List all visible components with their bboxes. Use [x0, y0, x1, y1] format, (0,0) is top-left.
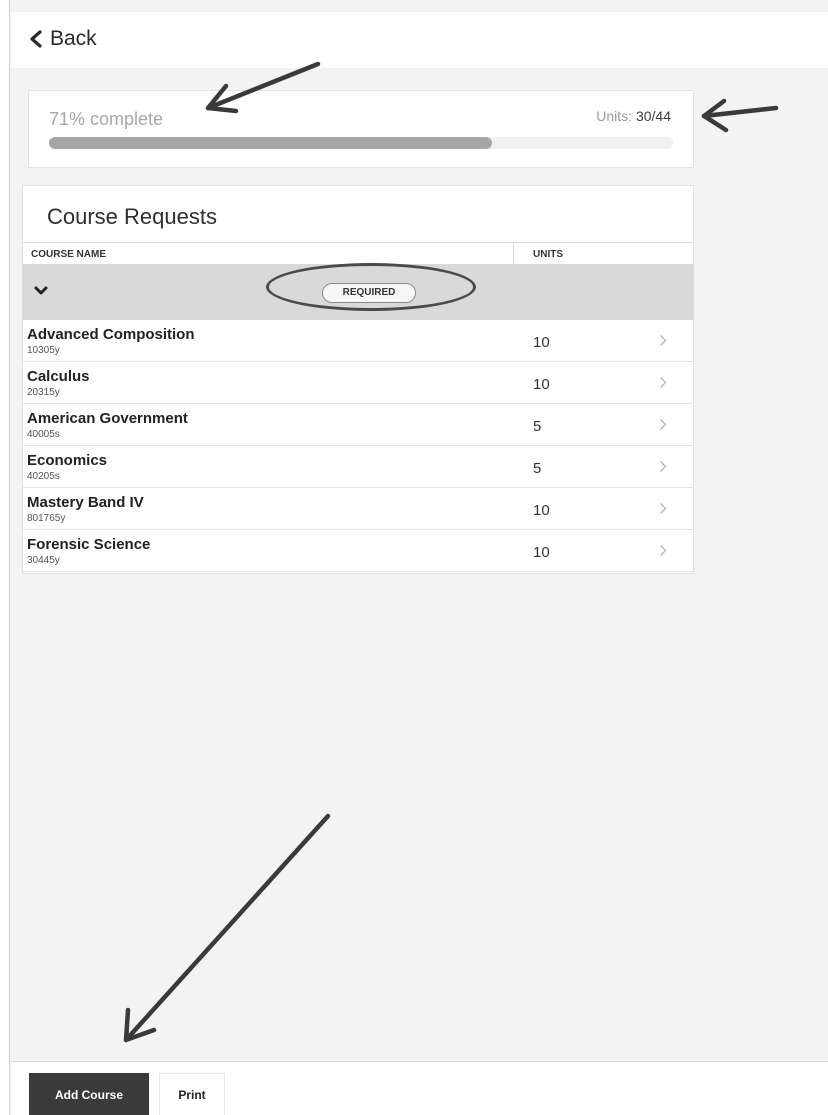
chevron-right-icon [660, 461, 667, 472]
course-units: 5 [533, 418, 542, 435]
units-value: 30/44 [635, 108, 671, 124]
course-name: Mastery Band IV [27, 494, 144, 511]
progress-card: 71% complete Units: 30/44 [28, 90, 694, 168]
annotation-arrow-units [701, 98, 779, 133]
course-code: 10305y [27, 345, 60, 356]
progress-percent-text: 71% complete [49, 109, 164, 129]
course-name: American Government [27, 410, 188, 427]
chevron-right-icon [660, 419, 667, 430]
chevron-left-icon [30, 30, 42, 48]
course-code: 40205s [27, 471, 60, 482]
course-row[interactable]: Advanced Composition 10305y 10 [23, 320, 693, 362]
course-name: Advanced Composition [27, 326, 195, 343]
column-header-units: UNITS [533, 249, 563, 260]
back-link[interactable]: Back [29, 27, 97, 51]
course-requests-title: Course Requests [47, 204, 217, 229]
progress-bar-fill [49, 137, 493, 149]
left-edge-border [0, 0, 10, 1115]
course-units: 10 [533, 544, 550, 561]
course-name: Economics [27, 452, 108, 469]
course-units: 10 [533, 334, 550, 351]
chevron-down-icon[interactable] [33, 284, 49, 298]
chevron-right-icon [660, 335, 667, 346]
units-summary: Units: 30/44 [596, 108, 671, 124]
add-course-button[interactable]: Add Course [29, 1073, 149, 1115]
top-header: Back [11, 12, 828, 68]
course-row[interactable]: American Government 40005s 5 [23, 404, 693, 446]
course-code: 20315y [27, 387, 60, 398]
chevron-right-icon [660, 377, 667, 388]
table-header: COURSE NAME UNITS [23, 242, 693, 265]
course-units: 10 [533, 376, 550, 393]
course-units: 5 [533, 460, 542, 477]
footer-bar: Add Course Print [11, 1061, 828, 1115]
course-code: 40005s [27, 429, 60, 440]
course-code: 30445y [27, 555, 60, 566]
column-header-course-name: COURSE NAME [31, 249, 107, 260]
chevron-right-icon [660, 545, 667, 556]
units-label: Units: [596, 108, 633, 124]
course-row[interactable]: Calculus 20315y 10 [23, 362, 693, 404]
course-name: Forensic Science [27, 536, 151, 553]
annotation-ellipse [266, 263, 476, 311]
chevron-right-icon [660, 503, 667, 514]
course-list: Advanced Composition 10305y 10 Calculus 2031… [23, 320, 693, 572]
annotation-arrow-add-course [123, 813, 331, 1043]
course-requests-card: Course Requests COURSE NAME UNITS REQUIR… [22, 185, 694, 574]
course-row[interactable]: Mastery Band IV 801765y 10 [23, 488, 693, 530]
column-divider [513, 243, 514, 265]
course-row[interactable]: Economics 40205s 5 [23, 446, 693, 488]
progress-bar [49, 137, 673, 149]
course-name: Calculus [27, 368, 90, 385]
course-row[interactable]: Forensic Science 30445y 10 [23, 530, 693, 572]
back-label: Back [50, 27, 97, 50]
course-code: 801765y [27, 513, 66, 524]
course-units: 10 [533, 502, 550, 519]
print-button[interactable]: Print [159, 1073, 225, 1115]
